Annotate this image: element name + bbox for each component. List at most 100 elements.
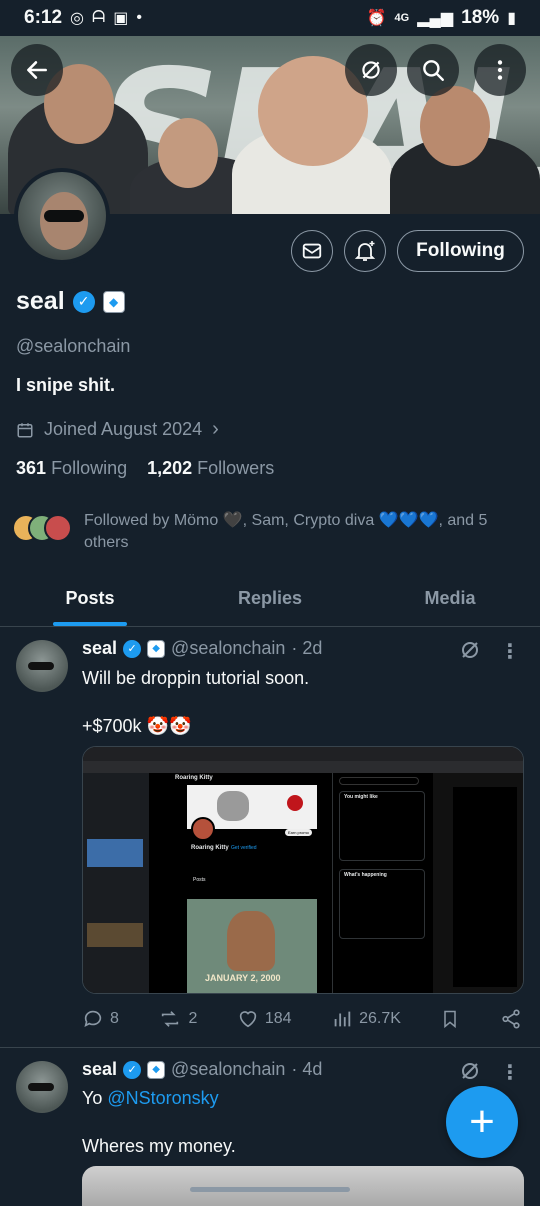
pane-thumbnail [87,923,143,947]
home-indicator[interactable] [190,1187,350,1192]
repost-button[interactable]: 2 [158,1008,197,1030]
post-author-handle: @sealonchain [171,638,286,658]
post-more-icon[interactable]: ⋮ [500,639,520,664]
notification-icon: ᗩ [92,9,106,26]
bookmark-button[interactable] [440,1008,460,1030]
compose-button[interactable]: + [446,1086,518,1158]
post-media-image[interactable]: Roaring Kitty Roaring Kitty Get verified… [82,746,524,994]
embedded-card-title: You might like [344,794,378,800]
alarm-icon: ⏰ [366,10,387,27]
like-count: 184 [264,1010,292,1027]
followed-by-avatars [12,510,76,544]
repost-icon [162,1011,179,1027]
post-media-image[interactable] [82,1166,524,1206]
following-count-link[interactable]: 361 Following [16,458,127,479]
back-arrow-icon [27,61,47,79]
mail-icon [302,243,322,259]
browser-tabbar [83,747,523,761]
search-icon [423,60,444,81]
following-button[interactable]: Following [397,230,524,272]
notify-button[interactable] [344,230,386,272]
embedded-dog [227,911,275,971]
embedded-name: Roaring Kitty [191,845,229,851]
browser-addressbar [83,761,523,773]
following-count: 361 [16,458,47,478]
affiliate-badge-icon[interactable]: ◆ [102,290,125,313]
signal-icon: ▂▄▆ [417,10,454,27]
calendar-icon [17,422,33,437]
network-label: 4G [394,12,410,24]
verified-badge-icon: ✓ [72,290,95,313]
profile-name-row: seal ✓ ◆ [16,287,125,316]
profile-avatar[interactable] [14,168,110,264]
grok-icon[interactable] [458,638,482,668]
gallery-icon: ▣ [113,10,129,27]
joined-date: Joined August 2024 [44,419,203,439]
affiliate-badge-icon: ◆ [147,639,166,658]
more-options-button[interactable] [474,44,526,96]
post-text-line: +$700k 🤡🤡 [82,716,192,736]
banner-figure-head [158,118,218,188]
verified-badge-icon: ✓ [123,639,142,658]
reply-count: 8 [110,1010,119,1027]
message-button[interactable] [291,230,333,272]
grok-button[interactable] [345,44,397,96]
avatar-glasses [28,1083,54,1091]
browser-left-pane [83,773,149,993]
grok-icon [362,61,380,79]
reply-icon [84,1010,102,1027]
post-author-name[interactable]: seal [82,1059,117,1080]
back-button[interactable] [11,44,63,96]
post-actions: 8 2 184 26.7K [82,1008,522,1030]
embedded-card: You might like [339,791,425,861]
profile-bio: I snipe shit. [16,375,116,395]
search-button[interactable] [407,44,459,96]
embedded-profile-title: Roaring Kitty [175,775,213,781]
profile-handle: @sealonchain [16,336,131,356]
followers-label: Followers [197,458,275,478]
profile-tabs: Posts Replies Media [0,570,540,627]
post-more-icon[interactable]: ⋮ [500,1060,520,1085]
share-icon [502,1009,520,1029]
more-vertical-icon [497,60,503,80]
tab-posts[interactable]: Posts [0,570,180,626]
post-avatar[interactable] [16,640,68,692]
followed-by-row[interactable]: Followed by Mömo 🖤, Sam, Crypto diva 💙💙💙… [12,510,512,554]
views-chart-icon [334,1011,351,1027]
share-button[interactable] [500,1008,522,1030]
post-author-name[interactable]: seal [82,638,117,659]
views-button[interactable]: 26.7K [331,1008,401,1030]
followed-by-text: Followed by Mömo 🖤, Sam, Crypto diva 💙💙💙… [84,512,488,551]
followers-count-link[interactable]: 1,202 Followers [147,458,274,479]
mention-link[interactable]: @NStoronsky [107,1088,218,1108]
avatar-glasses [44,210,84,222]
battery-icon: ▮ [507,10,516,27]
like-button[interactable]: 184 [237,1008,292,1030]
dot-icon: • [136,9,143,26]
post-avatar[interactable] [16,1061,68,1113]
post-text-prefix: Yo [82,1088,108,1108]
post-text-line: Wheres my money. [82,1136,236,1156]
plus-icon: + [469,1097,495,1146]
embedded-caption: JANUARY 2, 2000 [205,973,281,983]
banner-figure-head [420,86,490,166]
joined-row[interactable]: Joined August 2024 › [16,418,219,441]
reply-button[interactable]: 8 [82,1008,119,1030]
embedded-card-title: What's happening [344,872,387,878]
embedded-button: Earn promo [285,829,312,836]
embedded-cat [217,791,249,821]
post-text-line: Will be droppin tutorial soon. [82,668,310,688]
pane-thumbnail [87,839,143,867]
tab-replies[interactable]: Replies [180,570,360,626]
tab-media[interactable]: Media [360,570,540,626]
repost-count: 2 [188,1010,198,1027]
x-sidebar-pane: You might like What's happening [333,773,433,993]
embedded-yarn [287,795,303,811]
grok-icon[interactable] [458,1059,482,1089]
post-text-line: Yo @NStoronsky [82,1086,219,1110]
embedded-card: What's happening [339,869,425,939]
embedded-verify: Get verified [231,845,257,851]
followers-count: 1,202 [147,458,193,478]
embedded-video: JANUARY 2, 2000 [187,899,317,993]
status-bar: 6:12 ◎ ᗩ ▣ • ⏰ 4G ▂▄▆ 18% ▮ [0,0,540,36]
